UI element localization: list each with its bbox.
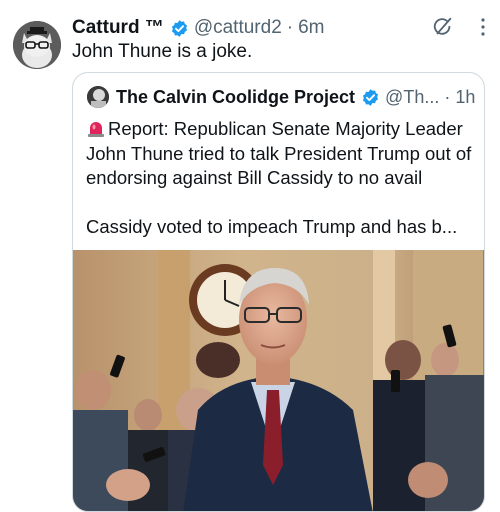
author-avatar[interactable] bbox=[13, 21, 61, 69]
tweet-header: Catturd ™ @catturd2 · 6m bbox=[72, 16, 486, 40]
quoted-tweet-line1: Report: Republican Senate Majority Leade… bbox=[86, 118, 472, 188]
quoted-author-handle[interactable]: @Th... bbox=[385, 87, 439, 108]
grok-icon[interactable] bbox=[432, 16, 454, 44]
quoted-author-name[interactable]: The Calvin Coolidge Project bbox=[116, 87, 355, 108]
more-options-icon[interactable] bbox=[480, 17, 486, 43]
rotating-light-emoji-icon bbox=[86, 118, 106, 138]
author-name[interactable]: Catturd ™ bbox=[72, 17, 164, 39]
quoted-author-avatar[interactable] bbox=[87, 86, 109, 108]
verified-badge-icon[interactable] bbox=[170, 19, 189, 38]
tweet-text: John Thune is a joke. bbox=[72, 41, 253, 62]
separator-dot: · bbox=[286, 17, 294, 38]
quoted-tweet-header: The Calvin Coolidge Project @Th... · 1h bbox=[87, 84, 475, 110]
cat-avatar-image bbox=[13, 21, 61, 69]
author-handle[interactable]: @catturd2 bbox=[194, 17, 282, 39]
quoted-tweet-line2: Cassidy voted to impeach Trump and has b… bbox=[86, 215, 458, 237]
senator-photo-image bbox=[73, 250, 484, 511]
quoted-tweet-photo[interactable] bbox=[73, 250, 484, 511]
verified-badge-icon[interactable] bbox=[361, 88, 380, 107]
quoted-tweet-time[interactable]: 1h bbox=[455, 87, 475, 108]
separator-dot: · bbox=[444, 86, 451, 107]
tweet-time[interactable]: 6m bbox=[298, 17, 324, 39]
quoted-tweet-text: Report: Republican Senate Majority Leade… bbox=[86, 117, 478, 239]
quoted-tweet-card[interactable]: The Calvin Coolidge Project @Th... · 1h … bbox=[72, 72, 485, 512]
